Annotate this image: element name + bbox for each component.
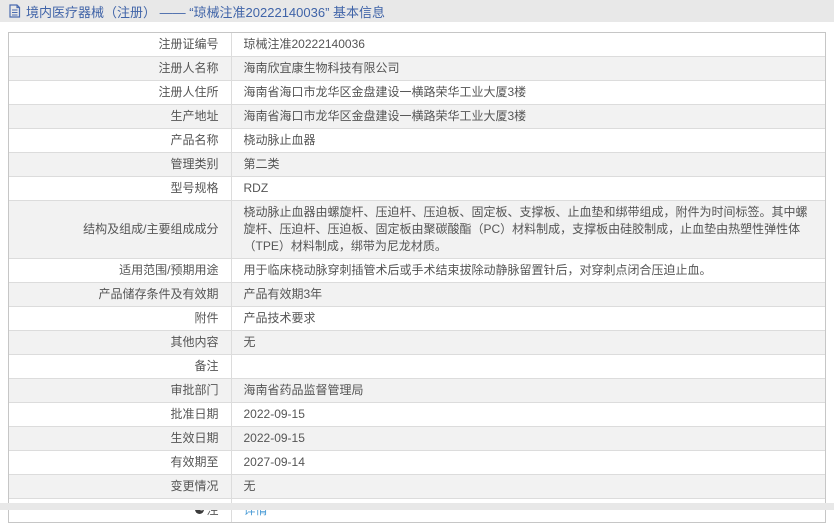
table-row: 其他内容 无 xyxy=(9,330,825,355)
row-label: 产品储存条件及有效期 xyxy=(9,282,232,307)
row-value-text: 桡动脉止血器 xyxy=(243,133,316,147)
row-label: 变更情况 xyxy=(9,474,232,499)
row-value: 2022-09-15 xyxy=(231,402,825,427)
row-label: 备注 xyxy=(9,354,232,379)
row-label: 结构及组成/主要组成成分 xyxy=(9,200,232,259)
document-icon xyxy=(8,4,21,18)
row-value-text: RDZ xyxy=(243,181,269,195)
row-value-text: 琼械注准20222140036 xyxy=(243,37,365,51)
table-row: 产品名称 桡动脉止血器 xyxy=(9,128,825,153)
row-value-text: 用于临床桡动脉穿刺插管术后或手术结束拔除动静脉留置针后，对穿刺点闭合压迫止血。 xyxy=(243,263,712,277)
row-value: 琼械注准20222140036 xyxy=(231,33,825,57)
row-value: 海南省药品监督管理局 xyxy=(231,378,825,403)
row-value: 海南省海口市龙华区金盘建设一横路荣华工业大厦3楼 xyxy=(231,104,825,129)
table-row: 注册证编号 琼械注准20222140036 xyxy=(9,33,825,57)
row-label-text: 生产地址 xyxy=(170,109,219,123)
row-value-text: 海南省海口市龙华区金盘建设一横路荣华工业大厦3楼 xyxy=(243,85,527,99)
table-row: 批准日期 2022-09-15 xyxy=(9,402,825,427)
row-label-text: 结构及组成/主要组成成分 xyxy=(83,222,219,236)
row-label: 有效期至 xyxy=(9,450,232,475)
table-row: 管理类别 第二类 xyxy=(9,152,825,177)
page-title: 境内医疗器械（注册） —— “琼械注准20222140036” 基本信息 xyxy=(26,4,386,20)
row-value: 第二类 xyxy=(231,152,825,177)
registration-info-table: 注册证编号 琼械注准20222140036 注册人名称 海南欣宜康生物科技有限公司 注册… xyxy=(8,32,826,523)
row-value: 无 xyxy=(231,330,825,355)
row-label: 注册人名称 xyxy=(9,56,232,81)
row-label: 注册人住所 xyxy=(9,80,232,105)
row-label: 其他内容 xyxy=(9,330,232,355)
row-value: 2027-09-14 xyxy=(231,450,825,475)
row-value: 桡动脉止血器由螺旋杆、压迫杆、压迫板、固定板、支撑板、止血垫和绑带组成，附件为时… xyxy=(231,200,825,259)
row-label-text: 其他内容 xyxy=(170,335,219,349)
row-value-text: 海南省药品监督管理局 xyxy=(243,383,364,397)
table-row: 注册人名称 海南欣宜康生物科技有限公司 xyxy=(9,56,825,81)
row-value-text: 海南欣宜康生物科技有限公司 xyxy=(243,61,400,75)
row-label-text: 有效期至 xyxy=(170,455,219,469)
footer-bar xyxy=(0,503,834,510)
row-label-text: 注册人住所 xyxy=(158,85,219,99)
row-value-text: 产品有效期3年 xyxy=(243,287,323,301)
table-row: 有效期至 2027-09-14 xyxy=(9,450,825,475)
row-value-text: 产品技术要求 xyxy=(243,311,316,325)
row-value: 产品有效期3年 xyxy=(231,282,825,307)
row-label-text: 型号规格 xyxy=(170,181,219,195)
row-value: 海南欣宜康生物科技有限公司 xyxy=(231,56,825,81)
table-row: 注册人住所 海南省海口市龙华区金盘建设一横路荣华工业大厦3楼 xyxy=(9,80,825,105)
table-row: 产品储存条件及有效期 产品有效期3年 xyxy=(9,282,825,307)
row-label-text: 附件 xyxy=(194,311,219,325)
row-label-text: 适用范围/预期用途 xyxy=(119,263,219,277)
row-label-text: 注册证编号 xyxy=(158,37,219,51)
row-value: 用于临床桡动脉穿刺插管术后或手术结束拔除动静脉留置针后，对穿刺点闭合压迫止血。 xyxy=(231,258,825,283)
row-value: 产品技术要求 xyxy=(231,306,825,331)
row-value-text: 无 xyxy=(243,335,256,349)
row-value xyxy=(231,354,825,379)
row-label: 注册证编号 xyxy=(9,33,232,57)
row-label: 产品名称 xyxy=(9,128,232,153)
table-row: 变更情况 无 xyxy=(9,474,825,499)
row-value: 2022-09-15 xyxy=(231,426,825,451)
row-value-text: 2027-09-14 xyxy=(243,455,305,469)
table-row: 型号规格 RDZ xyxy=(9,176,825,201)
table-row: 审批部门 海南省药品监督管理局 xyxy=(9,378,825,403)
row-label: 审批部门 xyxy=(9,378,232,403)
table-row: 适用范围/预期用途 用于临床桡动脉穿刺插管术后或手术结束拔除动静脉留置针后，对穿刺… xyxy=(9,258,825,283)
row-value-text: 2022-09-15 xyxy=(243,407,305,421)
row-label: 管理类别 xyxy=(9,152,232,177)
row-value-text: 海南省海口市龙华区金盘建设一横路荣华工业大厦3楼 xyxy=(243,109,527,123)
table-row: 备注 xyxy=(9,354,825,379)
row-label-text: 批准日期 xyxy=(170,407,219,421)
row-value-text: 第二类 xyxy=(243,157,280,171)
row-label: 适用范围/预期用途 xyxy=(9,258,232,283)
row-label-text: 备注 xyxy=(194,359,219,373)
row-label: 附件 xyxy=(9,306,232,331)
row-value: 海南省海口市龙华区金盘建设一横路荣华工业大厦3楼 xyxy=(231,80,825,105)
table-row: 生效日期 2022-09-15 xyxy=(9,426,825,451)
row-value-text: 无 xyxy=(243,479,256,493)
row-label: 型号规格 xyxy=(9,176,232,201)
row-value-text: 2022-09-15 xyxy=(243,431,305,445)
row-label: 批准日期 xyxy=(9,402,232,427)
row-value: 无 xyxy=(231,474,825,499)
row-value: RDZ xyxy=(231,176,825,201)
row-label: 生产地址 xyxy=(9,104,232,129)
row-label-text: 变更情况 xyxy=(170,479,219,493)
table-row: 生产地址 海南省海口市龙华区金盘建设一横路荣华工业大厦3楼 xyxy=(9,104,825,129)
row-label-text: 管理类别 xyxy=(170,157,219,171)
row-value: 桡动脉止血器 xyxy=(231,128,825,153)
table-row: 附件 产品技术要求 xyxy=(9,306,825,331)
page-header-bar: 境内医疗器械（注册） —— “琼械注准20222140036” 基本信息 xyxy=(0,0,834,22)
row-label-text: 产品名称 xyxy=(170,133,219,147)
row-value-text: 桡动脉止血器由螺旋杆、压迫杆、压迫板、固定板、支撑板、止血垫和绑带组成，附件为时… xyxy=(243,205,808,253)
row-label-text: 审批部门 xyxy=(170,383,219,397)
row-label-text: 注册人名称 xyxy=(158,61,219,75)
info-table-body: 注册证编号 琼械注准20222140036 注册人名称 海南欣宜康生物科技有限公司 注册… xyxy=(9,33,825,522)
row-label-text: 生效日期 xyxy=(170,431,219,445)
table-row: 结构及组成/主要组成成分 桡动脉止血器由螺旋杆、压迫杆、压迫板、固定板、支撑板、止… xyxy=(9,200,825,259)
row-label-text: 产品储存条件及有效期 xyxy=(98,287,219,301)
row-label: 生效日期 xyxy=(9,426,232,451)
